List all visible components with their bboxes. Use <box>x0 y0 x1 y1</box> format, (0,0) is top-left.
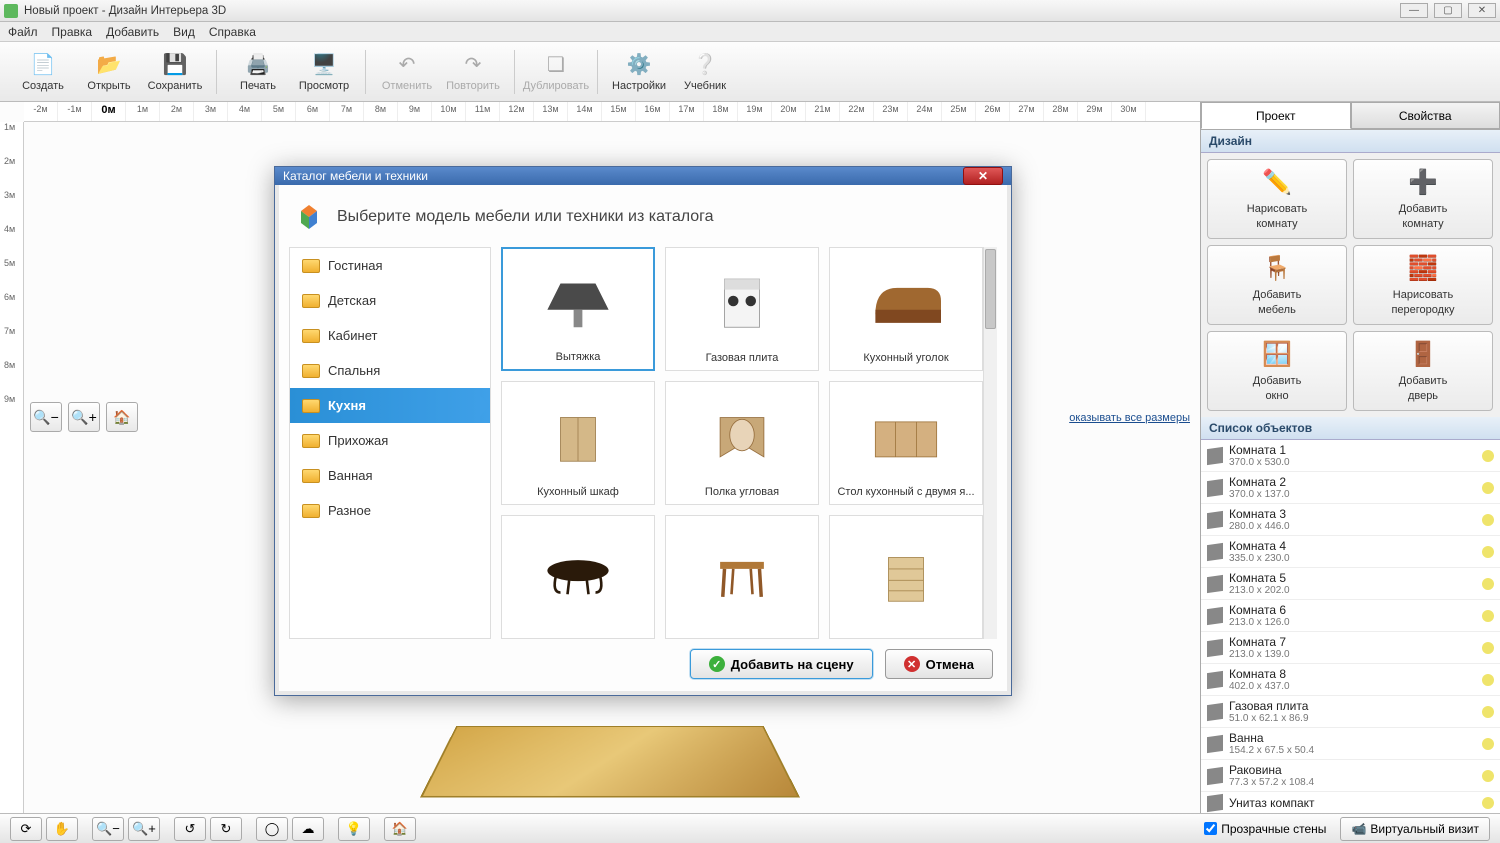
furniture-item[interactable]: Вытяжка <box>501 247 655 371</box>
items-scrollbar[interactable] <box>983 247 997 639</box>
items-grid[interactable]: Вытяжка Газовая плита Кухонный уголок Кухон… <box>501 247 997 639</box>
item-label <box>670 630 814 634</box>
item-thumbnail <box>861 520 951 630</box>
category-Разное[interactable]: Разное <box>290 493 490 528</box>
item-thumbnail <box>697 520 787 630</box>
item-label <box>506 630 650 634</box>
cancel-label: Отмена <box>926 657 974 672</box>
category-label: Кухня <box>328 398 366 413</box>
item-label: Стол кухонный с двумя я... <box>834 484 978 500</box>
item-label: Полка угловая <box>670 484 814 500</box>
folder-icon <box>302 504 320 518</box>
category-label: Кабинет <box>328 328 377 343</box>
furniture-item[interactable] <box>829 515 983 639</box>
folder-icon <box>302 399 320 413</box>
item-thumbnail <box>533 520 623 630</box>
category-Спальня[interactable]: Спальня <box>290 353 490 388</box>
furniture-item[interactable]: Газовая плита <box>665 247 819 371</box>
category-Детская[interactable]: Детская <box>290 283 490 318</box>
item-thumbnail <box>861 386 951 484</box>
folder-icon <box>302 259 320 273</box>
category-Кабинет[interactable]: Кабинет <box>290 318 490 353</box>
category-label: Детская <box>328 293 376 308</box>
category-label: Ванная <box>328 468 373 483</box>
folder-icon <box>302 434 320 448</box>
item-thumbnail <box>861 252 951 350</box>
dialog-close-button[interactable]: ✕ <box>963 167 1003 185</box>
item-thumbnail <box>697 386 787 484</box>
folder-icon <box>302 469 320 483</box>
catalog-icon <box>293 201 325 233</box>
add-to-scene-button[interactable]: ✓ Добавить на сцену <box>690 649 873 679</box>
item-label: Кухонный шкаф <box>506 484 650 500</box>
furniture-item[interactable]: Кухонный шкаф <box>501 381 655 505</box>
item-thumbnail <box>697 252 787 350</box>
category-label: Прихожая <box>328 433 388 448</box>
folder-icon <box>302 364 320 378</box>
furniture-item[interactable] <box>665 515 819 639</box>
modal-overlay: Каталог мебели и техники ✕ Выберите моде… <box>0 0 1500 843</box>
dialog-title: Каталог мебели и техники <box>283 169 428 183</box>
category-Прихожая[interactable]: Прихожая <box>290 423 490 458</box>
category-list[interactable]: Гостиная Детская Кабинет Спальня Кухня Прихож… <box>289 247 491 639</box>
furniture-item[interactable] <box>501 515 655 639</box>
item-label: Вытяжка <box>507 349 649 365</box>
category-label: Спальня <box>328 363 380 378</box>
furniture-item[interactable]: Кухонный уголок <box>829 247 983 371</box>
folder-icon <box>302 329 320 343</box>
item-thumbnail <box>533 386 623 484</box>
category-Ванная[interactable]: Ванная <box>290 458 490 493</box>
item-label <box>834 630 978 634</box>
folder-icon <box>302 294 320 308</box>
item-thumbnail <box>533 253 623 349</box>
dialog-headline: Выберите модель мебели или техники из ка… <box>337 208 714 226</box>
item-label: Газовая плита <box>670 350 814 366</box>
add-to-scene-label: Добавить на сцену <box>731 657 854 672</box>
furniture-item[interactable]: Стол кухонный с двумя я... <box>829 381 983 505</box>
item-label: Кухонный уголок <box>834 350 978 366</box>
category-Кухня[interactable]: Кухня <box>290 388 490 423</box>
furniture-item[interactable]: Полка угловая <box>665 381 819 505</box>
cancel-button[interactable]: ✕ Отмена <box>885 649 993 679</box>
catalog-dialog: Каталог мебели и техники ✕ Выберите моде… <box>274 166 1012 696</box>
category-label: Гостиная <box>328 258 383 273</box>
category-Гостиная[interactable]: Гостиная <box>290 248 490 283</box>
category-label: Разное <box>328 503 371 518</box>
cancel-icon: ✕ <box>904 656 920 672</box>
dialog-titlebar[interactable]: Каталог мебели и техники ✕ <box>275 167 1011 185</box>
ok-icon: ✓ <box>709 656 725 672</box>
